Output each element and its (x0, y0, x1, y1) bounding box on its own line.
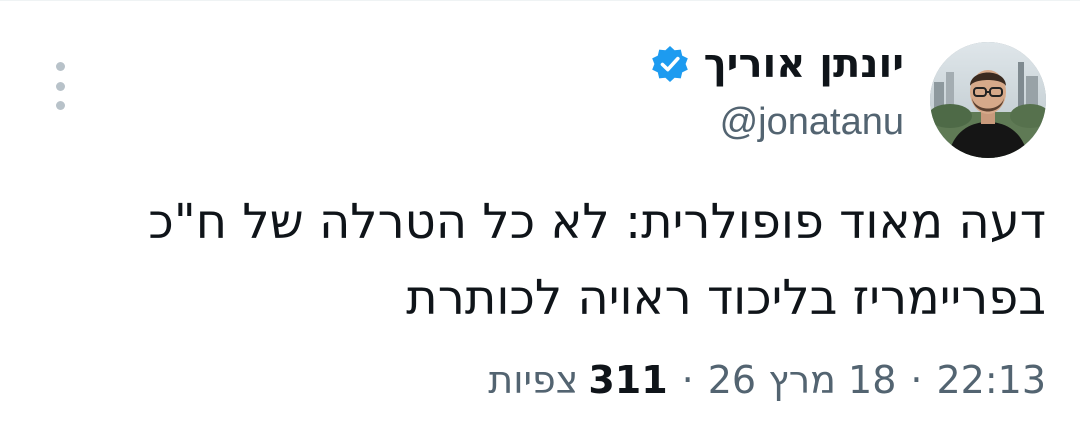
tweet-text-line: דעה מאוד פופולרית: לא כל הטרלה של ח"כ (148, 194, 1046, 250)
more-vertical-icon-dot (55, 81, 65, 91)
tweet-time[interactable]: 22:13 (936, 358, 1046, 402)
views-count[interactable]: 311 (588, 358, 667, 402)
more-vertical-icon-dot (55, 101, 65, 110)
user-handle[interactable]: @jonatanu (650, 101, 904, 144)
profile-photo-icon (930, 42, 1046, 158)
tweet[interactable]: יונתן אוריך @jonatanu דעה מאוד פופולרית:… (0, 0, 1080, 445)
tweet-date[interactable]: 18 מרץ 26 (708, 358, 897, 402)
meta-separator: · (681, 358, 694, 402)
tweet-header: יונתן אוריך @jonatanu (650, 34, 904, 144)
tweet-text-line: בפריימריז בליכוד ראויה לכותרת (406, 270, 1046, 326)
views-label: צפיות (488, 358, 579, 402)
display-name-row[interactable]: יונתן אוריך (650, 34, 904, 94)
tweet-text: דעה מאוד פופולרית: לא כל הטרלה של ח"כ בפ… (46, 184, 1046, 336)
verified-badge-icon[interactable] (650, 44, 690, 84)
avatar[interactable] (930, 42, 1046, 158)
more-vertical-icon (55, 62, 65, 71)
more-options-button[interactable] (40, 62, 80, 110)
meta-separator: · (910, 358, 923, 402)
display-name[interactable]: יונתן אוריך (704, 44, 904, 84)
tweet-meta: 22:13 · 18 מרץ 26 · 311 צפיות (488, 358, 1046, 402)
